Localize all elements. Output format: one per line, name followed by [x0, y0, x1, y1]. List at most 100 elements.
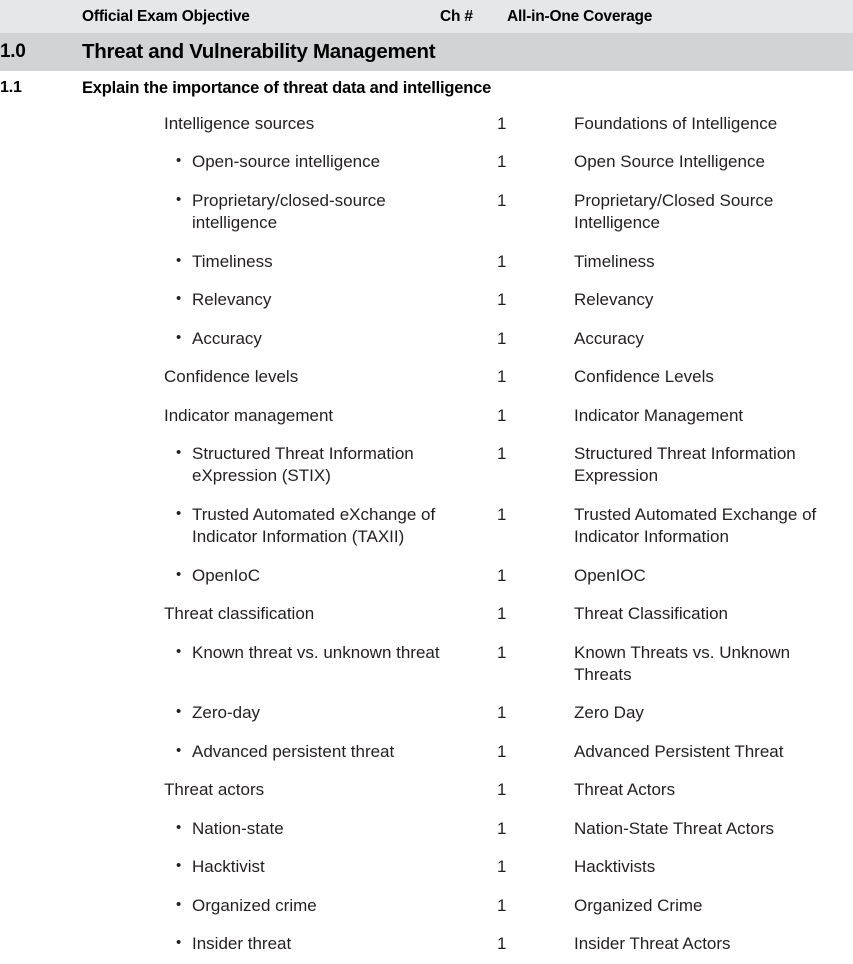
bullet-icon: • [176, 443, 182, 461]
table-row: • Trusted Automated eXchange of Indicator… [0, 496, 853, 557]
coverage-text: Accuracy [574, 328, 644, 348]
coverage-text: Indicator Management [574, 405, 744, 425]
coverage-cell: Organized Crime [507, 887, 853, 925]
objective-cell: • Relevancy [82, 281, 440, 319]
table-row: Indicator management 1 Indicator Managemen… [0, 397, 853, 435]
table-row: • Structured Threat Information eXpressio… [0, 435, 853, 496]
objective-cell: • Insider threat [82, 925, 440, 963]
coverage-text: Insider Threat Actors [574, 934, 731, 954]
coverage-text: Relevancy [574, 290, 654, 310]
domain-title: Threat and Vulnerability Management [82, 40, 436, 63]
coverage-text: Nation-State Threat Actors [574, 818, 775, 838]
chapter-cell: 1 [440, 435, 507, 496]
chapter-number: 1 [497, 114, 507, 133]
chapter-cell: 1 [440, 848, 507, 886]
bullet-icon: • [176, 290, 182, 308]
objective-text: Nation-state [192, 818, 284, 838]
coverage-text: Known Threats vs. Unknown Threats [574, 642, 791, 684]
coverage-cell: Advanced Persistent Threat [507, 733, 853, 771]
chapter-cell: 1 [440, 925, 507, 963]
chapter-number: 1 [497, 780, 507, 800]
bullet-icon: • [176, 565, 182, 583]
objective-cell: • Timeliness [82, 243, 440, 281]
chapter-number: 1 [497, 152, 507, 172]
objective-cell: Threat classification [82, 595, 440, 633]
objective-text: Insider threat [192, 934, 292, 954]
objective-cell: • Proprietary/closed-source intelligence [82, 182, 440, 243]
objective-text: Known threat vs. unknown threat [192, 642, 440, 662]
chapter-number: 1 [497, 190, 507, 210]
row-number-spacer [0, 435, 82, 496]
table-row: • Open-source intelligence 1 Open Source In… [0, 143, 853, 181]
table-header-row: Official Exam Objective Ch # All-in-One … [0, 0, 853, 33]
coverage-text: Open Source Intelligence [574, 152, 765, 172]
chapter-number: 1 [497, 290, 507, 310]
objective-text: Confidence levels [164, 367, 299, 387]
row-number-spacer [0, 848, 82, 886]
objective-title: Explain the importance of threat data an… [82, 78, 492, 97]
chapter-number: 1 [497, 857, 507, 877]
row-number-spacer [0, 595, 82, 633]
objective-text: Advanced persistent threat [192, 741, 395, 761]
objective-cell: Confidence levels [82, 358, 440, 396]
column-header-all-in-one-coverage: All-in-One Coverage [507, 7, 653, 25]
chapter-number: 1 [497, 251, 507, 271]
table-row: • Relevancy 1 Relevancy [0, 281, 853, 319]
coverage-cell: Zero Day [507, 694, 853, 732]
coverage-text: Advanced Persistent Threat [574, 741, 784, 761]
bullet-icon: • [176, 504, 182, 522]
objective-text: Hacktivist [192, 857, 265, 877]
objective-text: Timeliness [192, 251, 273, 271]
coverage-cell: Insider Threat Actors [507, 925, 853, 963]
objective-text: Trusted Automated eXchange of Indicator … [192, 504, 436, 547]
objective-text: Threat actors [164, 780, 265, 800]
coverage-cell: Hacktivists [507, 848, 853, 886]
coverage-text: Trusted Automated Exchange of Indicator … [574, 504, 817, 547]
chapter-cell: 1 [440, 182, 507, 243]
coverage-text: Threat Actors [574, 780, 676, 800]
table-row: • Organized crime 1 Organized Crime [0, 887, 853, 925]
chapter-cell: 1 [440, 281, 507, 319]
row-number-spacer [0, 358, 82, 396]
coverage-cell: Indicator Management [507, 397, 853, 435]
bullet-icon: • [176, 818, 182, 836]
objective-cell: • Zero-day [82, 694, 440, 732]
row-number-spacer [0, 771, 82, 809]
coverage-text: Confidence Levels [574, 367, 714, 387]
objective-text: Relevancy [192, 290, 272, 310]
chapter-number: 1 [497, 565, 507, 585]
row-number-spacer [0, 182, 82, 243]
exam-objective-map-table: Official Exam Objective Ch # All-in-One … [0, 0, 853, 964]
chapter-cell: 1 [440, 496, 507, 557]
row-number-spacer [0, 496, 82, 557]
chapter-number: 1 [497, 703, 507, 723]
row-number-spacer [0, 143, 82, 181]
chapter-cell: 1 [440, 557, 507, 595]
chapter-cell: 1 [440, 143, 507, 181]
objective-text: Structured Threat Information eXpression… [192, 443, 414, 486]
row-number-spacer [0, 694, 82, 732]
domain-number: 1.0 [0, 41, 26, 62]
chapter-number: 1 [497, 642, 507, 662]
coverage-cell: Known Threats vs. Unknown Threats [507, 634, 853, 695]
coverage-text: Zero Day [574, 703, 644, 723]
chapter-cell: 1 [440, 105, 507, 143]
objective-cell: • OpenIoC [82, 557, 440, 595]
row-number-spacer [0, 557, 82, 595]
coverage-cell: Threat Actors [507, 771, 853, 809]
table-row: • Timeliness 1 Timeliness [0, 243, 853, 281]
table-row: • Known threat vs. unknown threat 1 Known T… [0, 634, 853, 695]
objective-text: Threat classification [164, 604, 315, 624]
objective-cell: • Known threat vs. unknown threat [82, 634, 440, 695]
objective-cell: Threat actors [82, 771, 440, 809]
chapter-cell: 1 [440, 887, 507, 925]
chapter-number: 1 [497, 367, 507, 387]
coverage-text: Proprietary/Closed Source Intelligence [574, 190, 774, 233]
table-row: • Insider threat 1 Insider Threat Actors [0, 925, 853, 963]
objective-cell: • Advanced persistent threat [82, 733, 440, 771]
objective-text: Proprietary/closed-source intelligence [192, 190, 386, 233]
bullet-icon: • [176, 703, 182, 721]
objective-cell: Intelligence sources [82, 105, 440, 143]
objective-cell: Indicator management [82, 397, 440, 435]
chapter-number: 1 [497, 443, 507, 463]
